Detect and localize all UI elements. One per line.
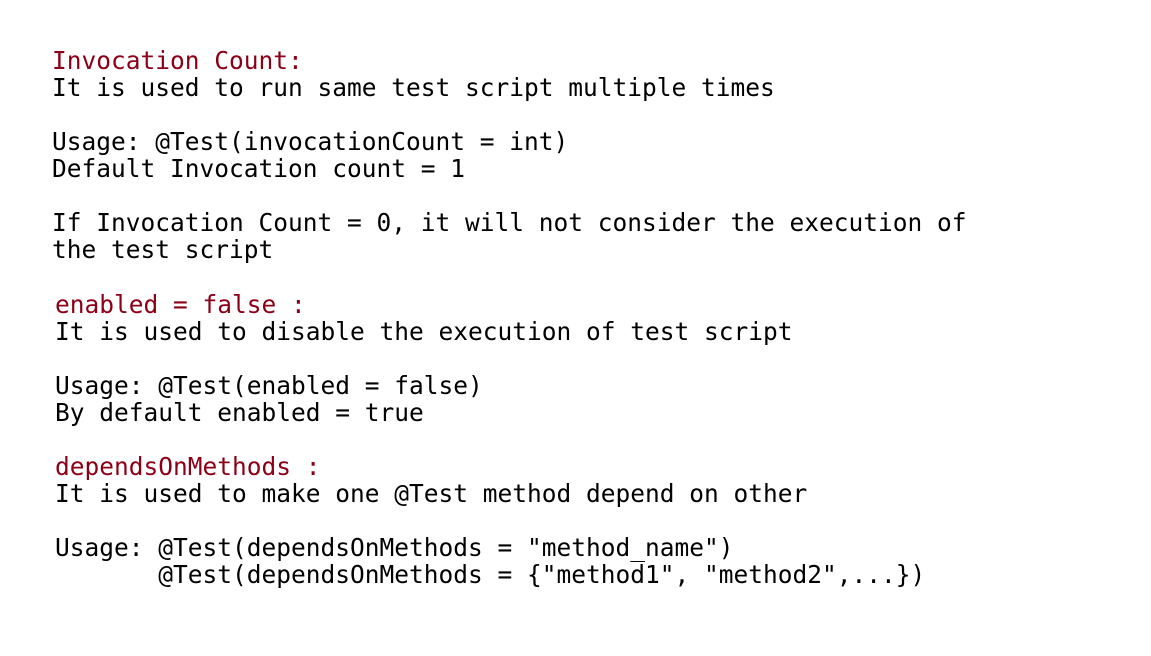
enabled-default: By default enabled = true: [55, 398, 424, 427]
invocation-count-description: It is used to run same test script multi…: [52, 73, 775, 102]
depends-on-methods-heading: dependsOnMethods :: [55, 452, 321, 481]
enabled-description: It is used to disable the execution of t…: [55, 317, 793, 346]
depends-on-methods-usage-multiple: @Test(dependsOnMethods = {"method1", "me…: [55, 560, 926, 589]
invocation-count-heading: Invocation Count:: [52, 46, 303, 75]
invocation-count-default: Default Invocation count = 1: [52, 154, 466, 183]
invocation-count-note-line-1: If Invocation Count = 0, it will not con…: [52, 208, 967, 237]
slide-content: Invocation Count: It is used to run same…: [0, 0, 1151, 656]
invocation-count-note-line-2: the test script: [52, 235, 274, 264]
enabled-usage: Usage: @Test(enabled = false): [55, 371, 483, 400]
depends-on-methods-usage-single: Usage: @Test(dependsOnMethods = "method_…: [55, 533, 734, 562]
depends-on-methods-description: It is used to make one @Test method depe…: [55, 479, 808, 508]
invocation-count-usage: Usage: @Test(invocationCount = int): [52, 127, 569, 156]
enabled-heading: enabled = false :: [55, 290, 306, 319]
